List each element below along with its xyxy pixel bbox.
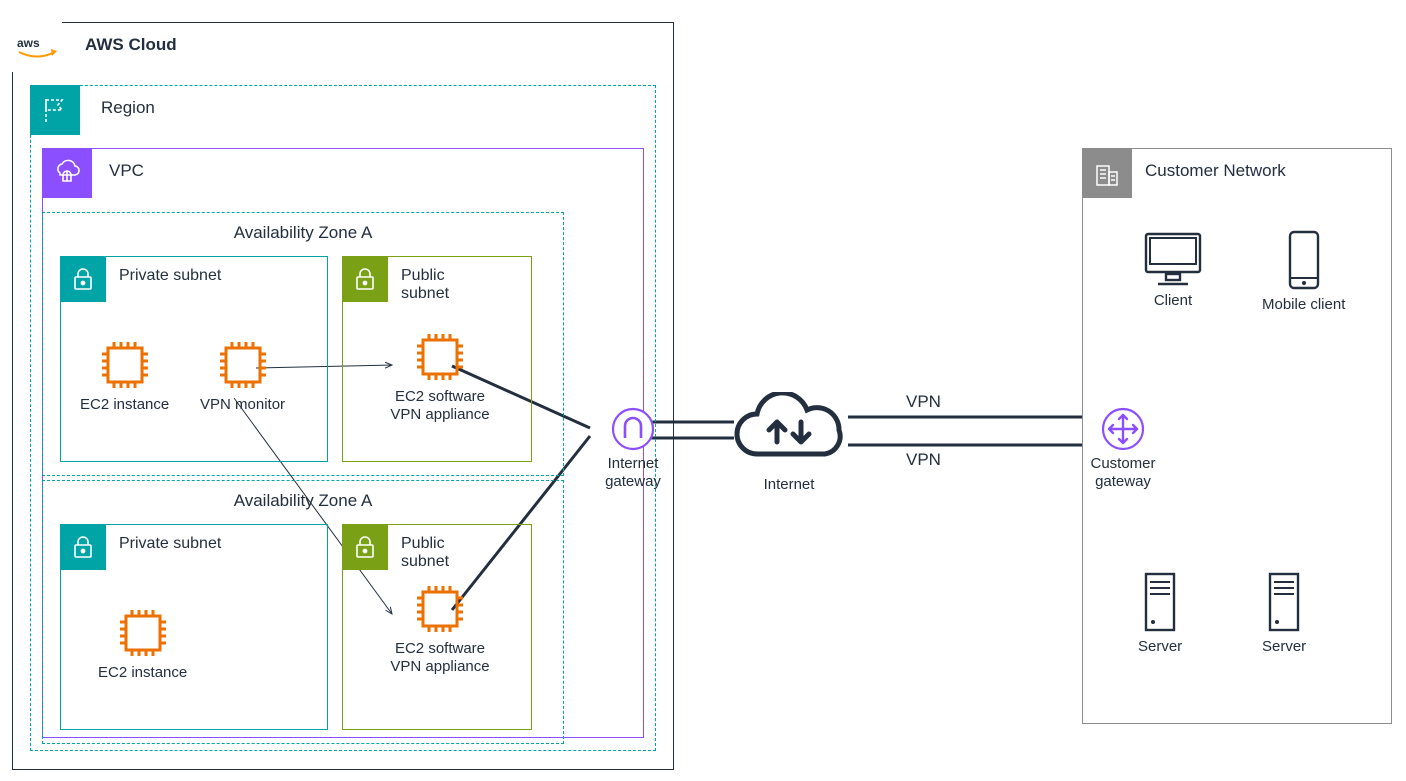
ec2-icon [413, 582, 467, 636]
corporate-building-icon [1082, 148, 1132, 198]
internet-node: Internet [724, 392, 854, 494]
vpn-label-1: VPN [906, 392, 941, 412]
server-2-node: Server [1262, 570, 1306, 656]
public-subnet-a-title: Public subnet [401, 267, 449, 303]
private-subnet-lock-icon [60, 524, 106, 570]
ec2-instance-b: EC2 instance [98, 606, 187, 682]
region-flag-icon [30, 85, 80, 135]
ec2-software-vpn-b-label: EC2 software VPN appliance [390, 640, 489, 676]
private-subnet-b-title: Private subnet [119, 535, 221, 553]
mobile-client-label: Mobile client [1262, 296, 1345, 314]
region-title: Region [101, 98, 155, 118]
client-node: Client [1138, 228, 1208, 310]
aws-architecture-diagram: aws AWS Cloud Region VPC Availability Zo… [0, 0, 1406, 781]
desktop-icon [1138, 228, 1208, 288]
vpn-monitor-node: VPN monitor [200, 338, 285, 414]
ec2-instance-a-label: EC2 instance [80, 396, 169, 414]
internet-gateway-icon [611, 407, 655, 451]
public-subnet-lock-icon [342, 524, 388, 570]
ec2-software-vpn-a-label: EC2 software VPN appliance [390, 388, 489, 424]
vpn-monitor-label: VPN monitor [200, 396, 285, 414]
aws-cloud-title: AWS Cloud [85, 35, 177, 55]
vpn-label-2: VPN [906, 450, 941, 470]
server-icon [1264, 570, 1304, 634]
internet-gateway-node: Internet gateway [578, 407, 688, 491]
internet-gateway-label: Internet gateway [605, 455, 661, 491]
vpc-icon [42, 148, 92, 198]
mobile-client-node: Mobile client [1262, 228, 1345, 314]
vpc-title: VPC [109, 161, 144, 181]
internet-label: Internet [764, 476, 815, 494]
server-2-label: Server [1262, 638, 1306, 656]
ec2-icon [116, 606, 170, 660]
mobile-icon [1282, 228, 1326, 292]
internet-cloud-icon [725, 392, 853, 472]
private-subnet-a-title: Private subnet [119, 267, 221, 285]
client-label: Client [1154, 292, 1192, 310]
ec2-icon [98, 338, 152, 392]
aws-logo-icon: aws [12, 22, 62, 72]
server-1-node: Server [1138, 570, 1182, 656]
server-icon [1140, 570, 1180, 634]
az-b-title: Availability Zone A [43, 491, 563, 511]
az-a-title: Availability Zone A [43, 223, 563, 243]
server-1-label: Server [1138, 638, 1182, 656]
ec2-icon [413, 330, 467, 384]
private-subnet-lock-icon [60, 256, 106, 302]
ec2-instance-b-label: EC2 instance [98, 664, 187, 682]
ec2-software-vpn-b: EC2 software VPN appliance [370, 582, 510, 676]
public-subnet-lock-icon [342, 256, 388, 302]
customer-network-frame: Customer Network [1082, 148, 1392, 724]
ec2-software-vpn-a: EC2 software VPN appliance [370, 330, 510, 424]
customer-network-title: Customer Network [1145, 161, 1286, 181]
svg-text:aws: aws [17, 36, 40, 50]
ec2-icon [216, 338, 270, 392]
public-subnet-b-title: Public subnet [401, 535, 449, 571]
ec2-instance-a: EC2 instance [80, 338, 169, 414]
